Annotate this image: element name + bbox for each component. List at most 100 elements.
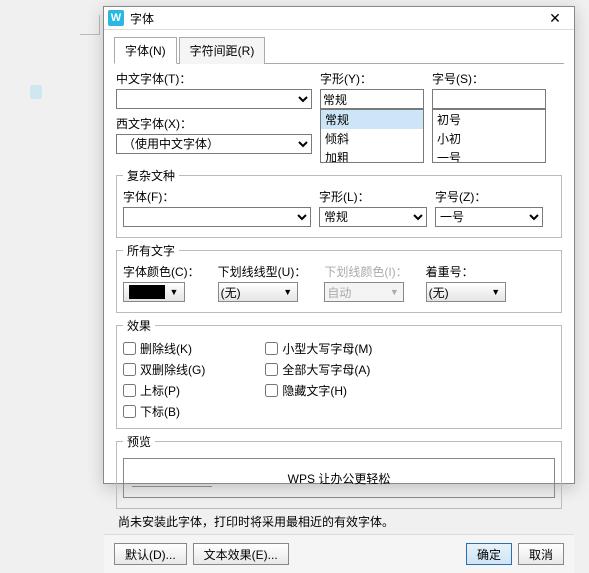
cn-font-label: 中文字体(T)： xyxy=(116,70,312,87)
superscript-check[interactable]: 上标(P) xyxy=(123,382,205,399)
subscript-checkbox[interactable] xyxy=(123,405,136,418)
underline-color-value: 自动 xyxy=(327,284,351,301)
font-color-col: 字体颜色(C)： ▼ xyxy=(123,263,200,302)
close-button[interactable]: ✕ xyxy=(540,7,570,29)
strike-check[interactable]: 删除线(K) xyxy=(123,340,205,357)
emphasis-value: (无) xyxy=(429,284,449,301)
chevron-down-icon: ▼ xyxy=(281,287,295,297)
tab-font[interactable]: 字体(N) xyxy=(114,37,177,64)
effects-columns: 删除线(K) 双删除线(G) 上标(P) 下标(B) 小型大写字母(M) 全部大… xyxy=(123,338,555,422)
subscript-check[interactable]: 下标(B) xyxy=(123,403,205,420)
alltext-fieldset: 所有文字 字体颜色(C)： ▼ 下划线线型(U)： (无) ▼ xyxy=(116,242,562,313)
hidden-label: 隐藏文字(H) xyxy=(282,382,347,399)
font-dialog: W 字体 ✕ 字体(N) 字符间距(R) 中文字体(T)： 西文字体(X)： （… xyxy=(103,6,575,484)
bg-corner-mark xyxy=(80,15,100,35)
chevron-down-icon: ▼ xyxy=(167,287,181,297)
complex-row: 字体(F)： 字形(L)： 常规 字号(Z)： 一号 xyxy=(123,188,555,227)
subscript-label: 下标(B) xyxy=(140,403,180,420)
ok-button[interactable]: 确定 xyxy=(466,543,512,565)
allcaps-label: 全部大写字母(A) xyxy=(282,361,370,378)
emphasis-dropdown[interactable]: (无) ▼ xyxy=(426,282,506,302)
col-cn-font: 中文字体(T)： 西文字体(X)： （使用中文字体） xyxy=(116,70,312,163)
underline-style-label: 下划线线型(U)： xyxy=(218,263,307,280)
size-listbox[interactable]: 初号 小初 一号 xyxy=(432,109,546,163)
dialog-footer: 默认(D)... 文本效果(E)... 确定 取消 xyxy=(104,534,574,573)
default-button[interactable]: 默认(D)... xyxy=(114,543,187,565)
effects-fieldset: 效果 删除线(K) 双删除线(G) 上标(P) 下标(B) 小型大写字母(M) … xyxy=(116,317,562,429)
complex-font-combo[interactable] xyxy=(123,207,311,227)
alltext-legend: 所有文字 xyxy=(123,242,179,259)
complex-style-col: 字形(L)： 常规 xyxy=(319,188,427,227)
effects-legend: 效果 xyxy=(123,317,155,334)
double-strike-check[interactable]: 双删除线(G) xyxy=(123,361,205,378)
size-label: 字号(S)： xyxy=(432,70,546,87)
underline-style-col: 下划线线型(U)： (无) ▼ xyxy=(218,263,307,302)
complex-size-label: 字号(Z)： xyxy=(435,188,543,205)
strike-checkbox[interactable] xyxy=(123,342,136,355)
cancel-button[interactable]: 取消 xyxy=(518,543,564,565)
chevron-down-icon: ▼ xyxy=(489,287,503,297)
preview-legend: 预览 xyxy=(123,433,155,450)
tab-char-spacing[interactable]: 字符间距(R) xyxy=(179,37,266,64)
en-font-combo[interactable]: （使用中文字体） xyxy=(116,134,312,154)
col-size: 字号(S)： 初号 小初 一号 xyxy=(432,70,546,163)
complex-style-label: 字形(L)： xyxy=(319,188,427,205)
complex-style-combo[interactable]: 常规 xyxy=(319,207,427,227)
cn-font-combo[interactable] xyxy=(116,89,312,109)
effects-col-right: 小型大写字母(M) 全部大写字母(A) 隐藏文字(H) xyxy=(265,338,372,422)
preview-sample-text: WPS 让办公更轻松 xyxy=(288,470,391,487)
style-option-italic[interactable]: 倾斜 xyxy=(321,129,423,148)
smallcaps-checkbox[interactable] xyxy=(265,342,278,355)
complex-font-col: 字体(F)： xyxy=(123,188,311,227)
complex-size-col: 字号(Z)： 一号 xyxy=(435,188,543,227)
underline-color-dropdown: 自动 ▼ xyxy=(324,282,404,302)
dialog-body: 字体(N) 字符间距(R) 中文字体(T)： 西文字体(X)： （使用中文字体）… xyxy=(104,30,574,534)
style-option-regular[interactable]: 常规 xyxy=(321,110,423,129)
size-input[interactable] xyxy=(432,89,546,109)
font-warning-note: 尚未安装此字体，打印时将采用最相近的有效字体。 xyxy=(118,513,560,530)
text-effects-button[interactable]: 文本效果(E)... xyxy=(193,543,289,565)
complex-legend: 复杂文种 xyxy=(123,167,179,184)
style-listbox[interactable]: 常规 倾斜 加粗 xyxy=(320,109,424,163)
app-icon: W xyxy=(108,10,124,26)
underline-style-dropdown[interactable]: (无) ▼ xyxy=(218,282,298,302)
style-input[interactable] xyxy=(320,89,424,109)
footer-spacer xyxy=(295,543,460,565)
effects-col-left: 删除线(K) 双删除线(G) 上标(P) 下标(B) xyxy=(123,338,205,422)
superscript-checkbox[interactable] xyxy=(123,384,136,397)
underline-color-label: 下划线颜色(I)： xyxy=(324,263,407,280)
hidden-check[interactable]: 隐藏文字(H) xyxy=(265,382,372,399)
smallcaps-check[interactable]: 小型大写字母(M) xyxy=(265,340,372,357)
complex-font-label: 字体(F)： xyxy=(123,188,311,205)
style-label: 字形(Y)： xyxy=(320,70,424,87)
strike-label: 删除线(K) xyxy=(140,340,192,357)
double-strike-checkbox[interactable] xyxy=(123,363,136,376)
chevron-down-icon: ▼ xyxy=(387,287,401,297)
close-icon: ✕ xyxy=(549,10,561,27)
font-color-label: 字体颜色(C)： xyxy=(123,263,200,280)
size-option-0[interactable]: 初号 xyxy=(433,110,545,129)
emphasis-col: 着重号： (无) ▼ xyxy=(426,263,506,302)
allcaps-checkbox[interactable] xyxy=(265,363,278,376)
style-option-bold[interactable]: 加粗 xyxy=(321,148,423,163)
underline-color-col: 下划线颜色(I)： 自动 ▼ xyxy=(324,263,407,302)
hidden-checkbox[interactable] xyxy=(265,384,278,397)
bg-page-icon xyxy=(30,85,42,99)
font-color-dropdown[interactable]: ▼ xyxy=(123,282,185,302)
en-font-label: 西文字体(X)： xyxy=(116,115,312,132)
tab-content: 中文字体(T)： 西文字体(X)： （使用中文字体） 字形(Y)： 常规 倾斜 … xyxy=(114,64,564,534)
allcaps-check[interactable]: 全部大写字母(A) xyxy=(265,361,372,378)
tabstrip: 字体(N) 字符间距(R) xyxy=(114,36,564,64)
double-strike-label: 双删除线(G) xyxy=(140,361,205,378)
preview-box: WPS 让办公更轻松 xyxy=(123,458,555,498)
col-style: 字形(Y)： 常规 倾斜 加粗 xyxy=(320,70,424,163)
superscript-label: 上标(P) xyxy=(140,382,180,399)
underline-style-value: (无) xyxy=(221,284,241,301)
complex-fieldset: 复杂文种 字体(F)： 字形(L)： 常规 字号(Z)： xyxy=(116,167,562,238)
size-option-2[interactable]: 一号 xyxy=(433,148,545,163)
window-title: 字体 xyxy=(130,10,540,27)
size-option-1[interactable]: 小初 xyxy=(433,129,545,148)
complex-size-combo[interactable]: 一号 xyxy=(435,207,543,227)
preview-baseline xyxy=(132,486,212,487)
emphasis-label: 着重号： xyxy=(426,263,506,280)
